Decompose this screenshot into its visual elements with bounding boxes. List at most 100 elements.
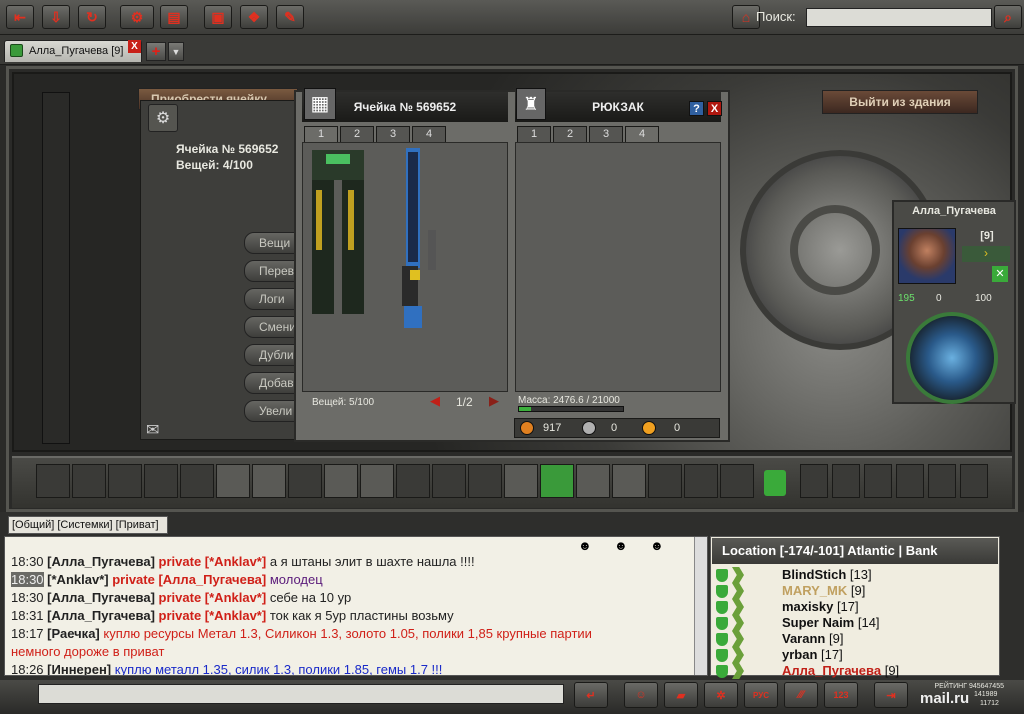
chat-private-target[interactable]: private [*Anklav*] — [159, 554, 267, 569]
bag-tab-1[interactable]: 1 — [517, 126, 551, 143]
eraser-icon[interactable]: ▰ — [664, 682, 698, 708]
player-name[interactable]: Алла_Пугачева [9] — [782, 663, 899, 679]
translit-icon[interactable]: РУС — [744, 682, 778, 708]
chat-channel-tabs[interactable]: [Общий] [Системки] [Приват] — [8, 516, 168, 534]
belt-slot[interactable] — [288, 464, 322, 498]
download-icon[interactable]: ⇩ — [42, 5, 70, 29]
player-row[interactable]: yrban [17] — [714, 647, 994, 663]
player-row[interactable]: Алла_Пугачева [9] — [714, 663, 994, 679]
player-row[interactable]: maxisky [17] — [714, 599, 994, 615]
chat-author[interactable]: [Алла_Пугачева] — [47, 554, 155, 569]
belt-slot[interactable] — [36, 464, 70, 498]
window-icon[interactable]: ▣ — [204, 5, 232, 29]
bag-tab-3[interactable]: 3 — [589, 126, 623, 143]
belt-slot-grenade[interactable] — [252, 464, 286, 498]
belt-slot-vehicle[interactable] — [360, 464, 394, 498]
energy-value: 100 — [975, 293, 992, 304]
player-name[interactable]: BlindStich [13] — [782, 567, 872, 583]
chat-icon[interactable] — [896, 464, 924, 498]
shield-icon[interactable] — [764, 470, 786, 496]
auto-icon[interactable]: ⚙ — [120, 5, 154, 29]
list-icon[interactable] — [864, 464, 892, 498]
page-prev-icon[interactable]: ◀ — [430, 393, 440, 409]
add-tab-button[interactable]: + — [146, 42, 166, 61]
search-input[interactable] — [806, 8, 992, 27]
z-icon[interactable] — [928, 464, 956, 498]
tab-close-button[interactable]: X — [128, 40, 141, 53]
gear-icon[interactable]: ⚙ — [148, 104, 178, 132]
belt-slot[interactable] — [108, 464, 142, 498]
close-button[interactable]: X — [707, 101, 722, 116]
belt-slot-medkit[interactable] — [540, 464, 574, 498]
tab-character[interactable]: Алла_Пугачева [9] — [4, 40, 142, 62]
chat-author[interactable]: [*Anklav*] — [47, 572, 108, 587]
armor-pants-item[interactable] — [306, 146, 370, 318]
tab-dropdown-icon[interactable]: ▼ — [168, 42, 184, 61]
belt-slot[interactable] — [180, 464, 214, 498]
player-row[interactable]: MARY_MK [9] — [714, 583, 994, 599]
chat-scrollbar[interactable] — [694, 537, 707, 675]
chat-private-target[interactable]: private [Алла_Пугачева] — [112, 572, 266, 587]
bag-tab-4[interactable]: 4 — [625, 126, 659, 143]
bag-tab-2[interactable]: 2 — [553, 126, 587, 143]
help-button[interactable]: ? — [689, 101, 704, 116]
left-scroll-panel[interactable] — [42, 92, 70, 444]
refresh-icon[interactable]: ↻ — [78, 5, 106, 29]
numbers-icon[interactable]: 123 — [824, 682, 858, 708]
belt-slot-fighter[interactable] — [504, 464, 538, 498]
exit-building-button[interactable]: Выйти из здания — [822, 90, 978, 114]
rating-count-1: 141989 — [974, 691, 998, 698]
belt-slot-knife[interactable] — [612, 464, 646, 498]
belt-slot[interactable] — [468, 464, 502, 498]
player-row[interactable]: Varann [9] — [714, 631, 994, 647]
player-name[interactable]: MARY_MK [9] — [782, 583, 865, 599]
chat-author[interactable]: [Алла_Пугачева] — [47, 590, 155, 605]
chat-author[interactable]: [Алла_Пугачева] — [47, 608, 155, 623]
emoji-icon[interactable]: ☺ — [624, 682, 658, 708]
slash-icon[interactable]: ∕∕∕ — [784, 682, 818, 708]
avatar[interactable] — [898, 228, 956, 284]
cell-items-count: Вещей: 5/100 — [312, 397, 375, 408]
cell-tab-1[interactable]: 1 — [304, 126, 338, 143]
send-icon[interactable]: ↵ — [574, 682, 608, 708]
edit-icon[interactable]: ✎ — [276, 5, 304, 29]
chat-private-target[interactable]: private [*Anklav*] — [159, 590, 267, 605]
level-arrow-icon: › — [962, 246, 1010, 262]
belt-slot[interactable] — [720, 464, 754, 498]
cell-tab-2[interactable]: 2 — [340, 126, 374, 143]
cell-tab-4[interactable]: 4 — [412, 126, 446, 143]
belt-slot-tank[interactable] — [324, 464, 358, 498]
body-status-icon[interactable] — [906, 312, 998, 404]
belt-slot[interactable] — [432, 464, 466, 498]
belt-slot[interactable] — [144, 464, 178, 498]
player-name[interactable]: maxisky [17] — [782, 599, 859, 615]
calendar-icon[interactable] — [832, 464, 860, 498]
belt-slot[interactable] — [72, 464, 106, 498]
chat-author[interactable]: [Иннерен] — [47, 662, 111, 675]
silver-value: 0 — [611, 422, 618, 434]
player-row[interactable]: BlindStich [13] — [714, 567, 994, 583]
player-row[interactable]: Super Naim [14] — [714, 615, 994, 631]
settings-icon[interactable] — [960, 464, 988, 498]
chat-author[interactable]: [Раечка] — [47, 626, 100, 641]
rifle-item[interactable] — [380, 146, 442, 330]
book-icon[interactable]: ▤ — [160, 5, 188, 29]
gear-icon[interactable]: ✲ — [704, 682, 738, 708]
exit-icon[interactable]: ⇥ — [874, 682, 908, 708]
player-name[interactable]: yrban [17] — [782, 647, 843, 663]
chat-input[interactable] — [38, 684, 564, 704]
back-icon[interactable]: ⇤ — [6, 5, 34, 29]
backpack-menu-icon[interactable] — [800, 464, 828, 498]
belt-slot[interactable] — [684, 464, 718, 498]
chat-private-target[interactable]: private [*Anklav*] — [159, 608, 267, 623]
belt-slot-turret[interactable] — [216, 464, 250, 498]
player-name[interactable]: Super Naim [14] — [782, 615, 880, 631]
belt-slot[interactable] — [396, 464, 430, 498]
cubes-icon[interactable]: ❖ — [240, 5, 268, 29]
belt-slot-blade[interactable] — [576, 464, 610, 498]
player-name[interactable]: Varann [9] — [782, 631, 843, 647]
belt-slot[interactable] — [648, 464, 682, 498]
cell-tab-3[interactable]: 3 — [376, 126, 410, 143]
search-icon[interactable]: ⌕ — [994, 5, 1022, 29]
page-next-icon[interactable]: ▶ — [489, 393, 499, 409]
